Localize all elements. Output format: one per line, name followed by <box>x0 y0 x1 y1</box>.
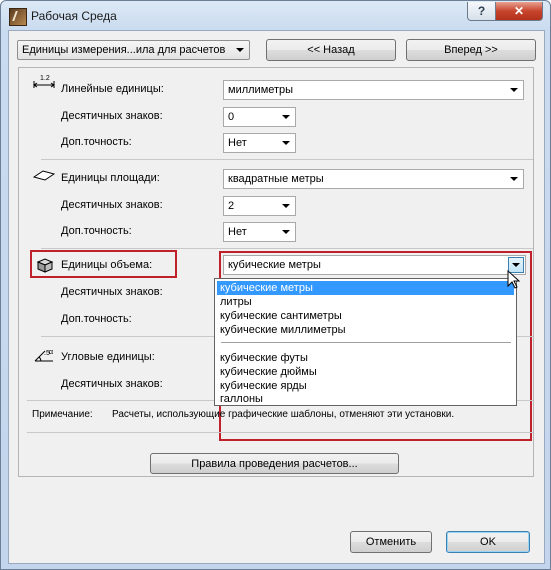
linear-decimals-select[interactable]: 0 <box>223 107 296 127</box>
dropdown-option[interactable]: кубические сантиметры <box>217 309 514 323</box>
dialog-window: Рабочая Среда ? ✕ Единицы измерения...ил… <box>0 0 551 570</box>
volume-units-dropdown-list: кубические метры литры кубические сантим… <box>214 278 517 406</box>
volume-units-icon <box>36 258 54 273</box>
linear-precision-value: Нет <box>228 137 247 149</box>
chevron-down-icon <box>510 177 518 181</box>
section-divider <box>41 159 533 160</box>
area-units-label: Единицы площади: <box>61 172 160 184</box>
dropdown-option[interactable]: кубические миллиметры <box>217 323 514 337</box>
area-decimals-value: 2 <box>228 200 235 212</box>
svg-text:1.2: 1.2 <box>40 75 50 82</box>
note-text: Расчеты, использующие графические шаблон… <box>112 409 455 420</box>
dropdown-option[interactable]: кубические дюймы <box>217 365 514 379</box>
area-decimals-select[interactable]: 2 <box>223 196 296 216</box>
linear-precision-select[interactable]: Нет <box>223 133 296 153</box>
volume-units-select[interactable]: кубические метры <box>223 255 526 275</box>
cancel-button[interactable]: Отменить <box>350 531 432 553</box>
dropdown-option[interactable]: кубические футы <box>217 351 514 365</box>
close-button[interactable]: ✕ <box>495 2 543 21</box>
linear-precision-label: Доп.точность: <box>61 136 132 148</box>
area-precision-value: Нет <box>228 226 247 238</box>
area-units-value: квадратные метры <box>228 173 324 185</box>
chevron-down-icon <box>510 88 518 92</box>
section-divider <box>27 432 533 433</box>
linear-decimals-value: 0 <box>228 111 235 123</box>
area-precision-select[interactable]: Нет <box>223 222 296 242</box>
chevron-down-icon <box>236 48 244 52</box>
volume-units-value: кубические метры <box>228 259 321 271</box>
volume-precision-label: Доп.точность: <box>61 313 132 325</box>
linear-units-value: миллиметры <box>228 84 294 96</box>
linear-units-select[interactable]: миллиметры <box>223 80 524 100</box>
linear-decimals-label: Десятичных знаков: <box>61 110 163 122</box>
linear-units-label: Линейные единицы: <box>61 83 164 95</box>
help-button[interactable]: ? <box>467 2 496 21</box>
area-decimals-label: Десятичных знаков: <box>61 199 163 211</box>
svg-text:α: α <box>49 349 53 356</box>
forward-button[interactable]: Вперед >> <box>406 39 536 61</box>
angle-units-icon: .5 α <box>34 349 53 362</box>
area-precision-label: Доп.точность: <box>61 225 132 237</box>
dialog-content: Единицы измерения...ила для расчетов << … <box>8 30 545 564</box>
chevron-down-icon <box>282 141 290 145</box>
units-panel: 1.2 Линейные единицы: миллиметры Десятич… <box>18 67 534 477</box>
settings-page-value: Единицы измерения...ила для расчетов <box>22 44 226 56</box>
chevron-down-icon <box>282 230 290 234</box>
area-units-select[interactable]: квадратные метры <box>223 169 524 189</box>
dropdown-option[interactable]: галлоны <box>217 393 514 405</box>
chevron-down-icon <box>282 115 290 119</box>
section-divider <box>41 248 533 249</box>
dropdown-option[interactable]: литры <box>217 295 514 309</box>
linear-units-icon: 1.2 <box>33 75 55 88</box>
dropdown-option[interactable]: кубические ярды <box>217 379 514 393</box>
volume-decimals-label: Десятичных знаков: <box>61 286 163 298</box>
app-icon <box>9 8 27 26</box>
angle-decimals-label: Десятичных знаков: <box>61 378 163 390</box>
note-label: Примечание: <box>32 409 93 420</box>
ok-button[interactable]: OK <box>446 531 530 553</box>
settings-page-select[interactable]: Единицы измерения...ила для расчетов <box>17 40 250 60</box>
dropdown-option[interactable]: кубические метры <box>217 281 514 295</box>
area-units-icon <box>33 170 55 181</box>
dropdown-separator <box>221 342 511 343</box>
volume-units-label: Единицы объема: <box>61 259 153 271</box>
mouse-cursor-icon <box>507 270 521 289</box>
chevron-down-icon <box>282 204 290 208</box>
window-title: Рабочая Среда <box>31 9 117 23</box>
title-bar[interactable]: Рабочая Среда ? ✕ <box>1 1 550 31</box>
calculation-rules-button[interactable]: Правила проведения расчетов... <box>150 453 399 474</box>
angle-units-label: Угловые единицы: <box>61 351 155 363</box>
back-button[interactable]: << Назад <box>266 39 396 61</box>
